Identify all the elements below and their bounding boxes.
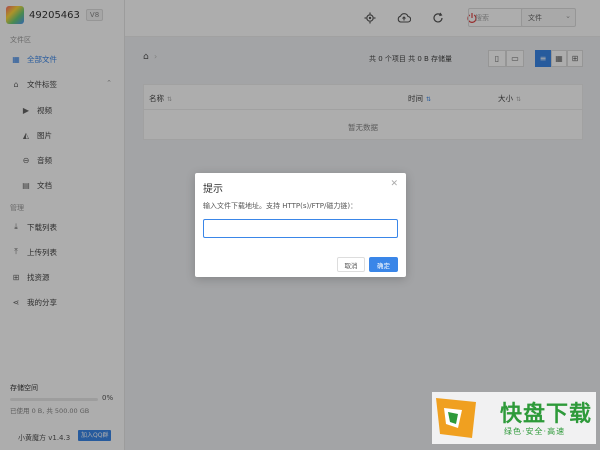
dialog-message: 输入文件下载地址。支持 HTTP(s)/FTP/磁力链)：	[203, 202, 358, 210]
confirm-button[interactable]: 确定	[369, 257, 398, 272]
cancel-button[interactable]: 取消	[337, 257, 365, 272]
watermark-title: 快盘下载	[500, 402, 593, 427]
download-url-dialog: 提示 ✕ 输入文件下载地址。支持 HTTP(s)/FTP/磁力链)： 取消 确定	[195, 173, 406, 277]
download-url-input[interactable]	[203, 219, 398, 238]
dialog-title: 提示	[203, 184, 223, 195]
close-icon[interactable]: ✕	[390, 179, 398, 189]
watermark-subtitle: 绿色·安全·高速	[504, 427, 566, 436]
watermark: 快盘下载 绿色·安全·高速	[432, 392, 596, 444]
watermark-logo-icon	[436, 398, 476, 438]
